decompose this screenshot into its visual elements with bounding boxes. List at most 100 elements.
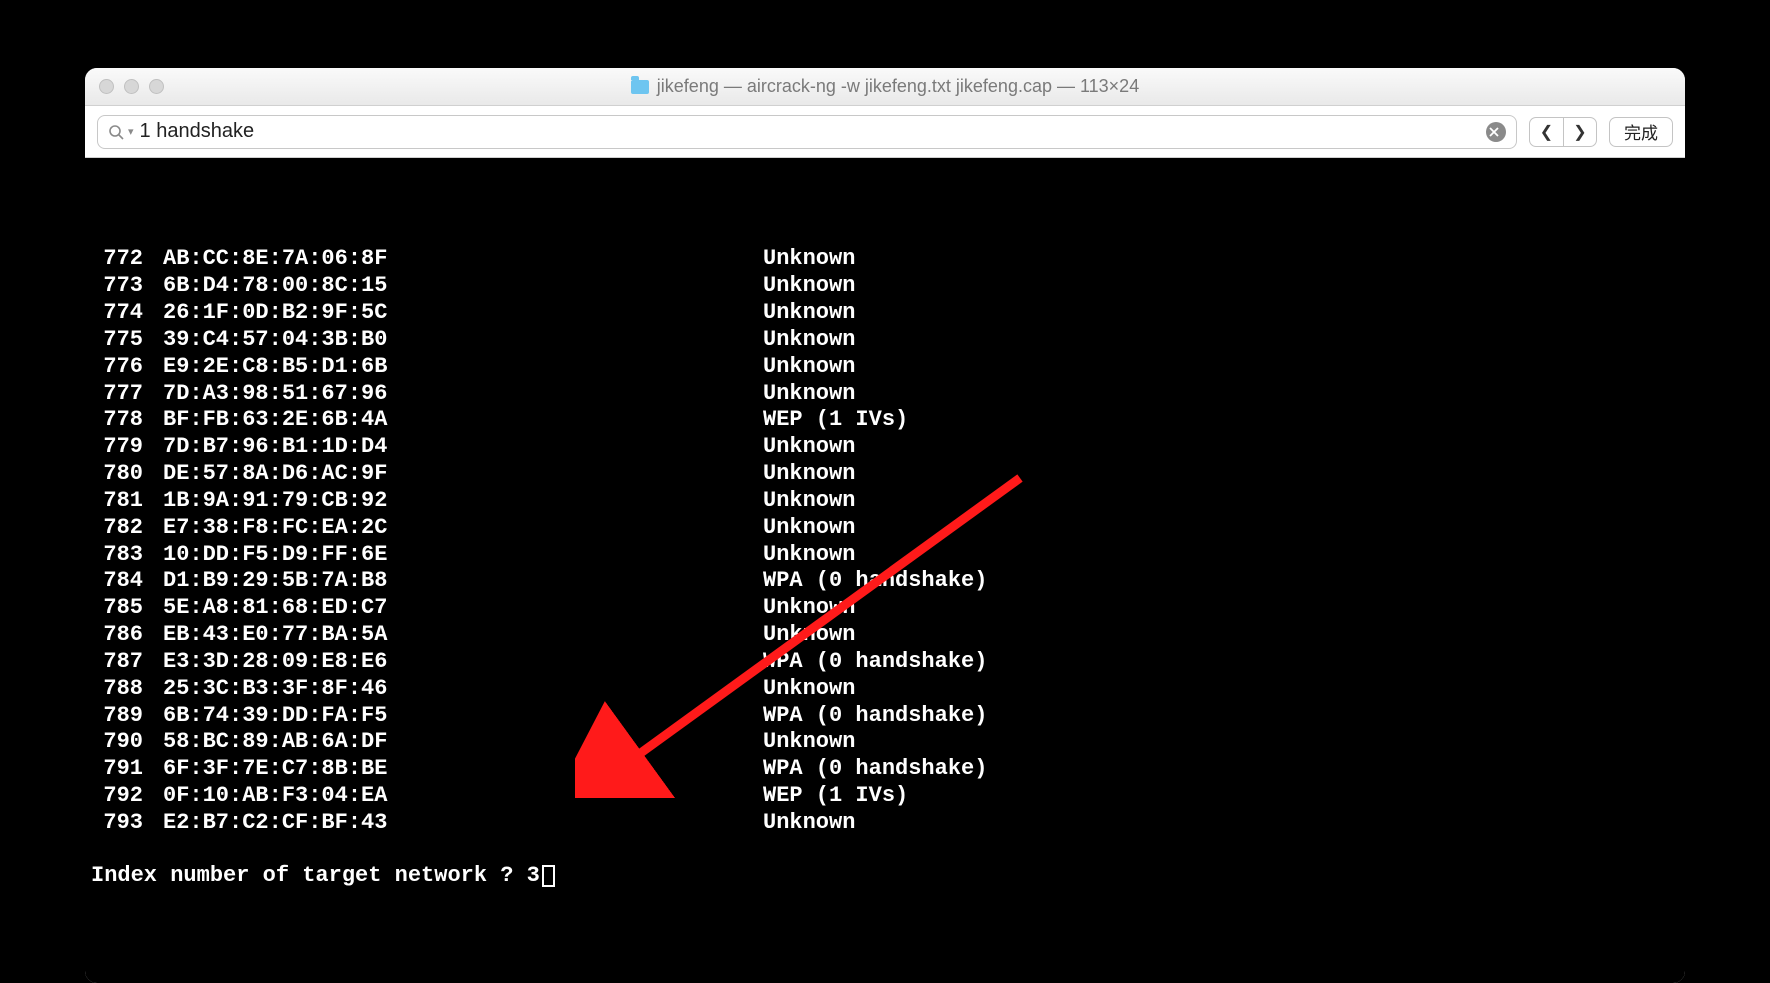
row-bssid: D1:B9:29:5B:7A:B8 <box>163 568 763 595</box>
traffic-lights <box>99 79 164 94</box>
row-encryption: Unknown <box>763 622 855 649</box>
row-encryption: WPA (0 handshake) <box>763 649 987 676</box>
row-encryption: WPA (0 handshake) <box>763 756 987 783</box>
prompt-input[interactable]: 3 <box>527 863 540 890</box>
search-field-wrap[interactable]: ▾ <box>97 115 1517 149</box>
row-index: 773 <box>91 273 163 300</box>
row-index: 788 <box>91 676 163 703</box>
row-index: 783 <box>91 542 163 569</box>
close-button[interactable] <box>99 79 114 94</box>
row-index: 784 <box>91 568 163 595</box>
done-button[interactable]: 完成 <box>1609 117 1673 147</box>
row-index: 776 <box>91 354 163 381</box>
terminal-window: jikefeng — aircrack-ng -w jikefeng.txt j… <box>85 68 1685 983</box>
row-index: 793 <box>91 810 163 837</box>
row-index: 774 <box>91 300 163 327</box>
network-row: 7920F:10:AB:F3:04:EAWEP (1 IVs) <box>91 783 1679 810</box>
row-index: 787 <box>91 649 163 676</box>
row-index: 778 <box>91 407 163 434</box>
row-index: 789 <box>91 703 163 730</box>
clear-search-button[interactable] <box>1486 122 1506 142</box>
row-bssid: E7:38:F8:FC:EA:2C <box>163 515 763 542</box>
cursor <box>542 865 555 887</box>
row-encryption: WPA (0 handshake) <box>763 703 987 730</box>
row-encryption: WPA (0 handshake) <box>763 568 987 595</box>
network-row: 7811B:9A:91:79:CB:92Unknown <box>91 488 1679 515</box>
row-encryption: Unknown <box>763 810 855 837</box>
row-index: 775 <box>91 327 163 354</box>
find-prev-button[interactable]: ❮ <box>1529 117 1563 147</box>
row-encryption: Unknown <box>763 676 855 703</box>
row-bssid: E2:B7:C2:CF:BF:43 <box>163 810 763 837</box>
row-bssid: BF:FB:63:2E:6B:4A <box>163 407 763 434</box>
network-row: 7797D:B7:96:B1:1D:D4Unknown <box>91 434 1679 461</box>
network-row: 780DE:57:8A:D6:AC:9FUnknown <box>91 461 1679 488</box>
find-nav: ❮ ❯ <box>1529 117 1597 147</box>
row-index: 781 <box>91 488 163 515</box>
network-row: 77539:C4:57:04:3B:B0Unknown <box>91 327 1679 354</box>
row-index: 780 <box>91 461 163 488</box>
row-encryption: Unknown <box>763 354 855 381</box>
row-bssid: 10:DD:F5:D9:FF:6E <box>163 542 763 569</box>
row-bssid: 1B:9A:91:79:CB:92 <box>163 488 763 515</box>
find-next-button[interactable]: ❯ <box>1563 117 1597 147</box>
row-bssid: 6B:74:39:DD:FA:F5 <box>163 703 763 730</box>
network-row: 786EB:43:E0:77:BA:5AUnknown <box>91 622 1679 649</box>
network-row: 778BF:FB:63:2E:6B:4AWEP (1 IVs) <box>91 407 1679 434</box>
network-row: 7896B:74:39:DD:FA:F5WPA (0 handshake) <box>91 703 1679 730</box>
row-bssid: 39:C4:57:04:3B:B0 <box>163 327 763 354</box>
network-row: 7855E:A8:81:68:ED:C7Unknown <box>91 595 1679 622</box>
search-options-caret[interactable]: ▾ <box>128 125 134 138</box>
row-encryption: Unknown <box>763 595 855 622</box>
row-bssid: 58:BC:89:AB:6A:DF <box>163 729 763 756</box>
network-row: 78825:3C:B3:3F:8F:46Unknown <box>91 676 1679 703</box>
row-index: 791 <box>91 756 163 783</box>
network-row: 772AB:CC:8E:7A:06:8FUnknown <box>91 246 1679 273</box>
row-bssid: 7D:B7:96:B1:1D:D4 <box>163 434 763 461</box>
network-row: 7916F:3F:7E:C7:8B:BEWPA (0 handshake) <box>91 756 1679 783</box>
row-encryption: Unknown <box>763 488 855 515</box>
row-index: 786 <box>91 622 163 649</box>
row-bssid: 5E:A8:81:68:ED:C7 <box>163 595 763 622</box>
row-index: 790 <box>91 729 163 756</box>
row-encryption: Unknown <box>763 461 855 488</box>
row-encryption: Unknown <box>763 300 855 327</box>
row-bssid: 6F:3F:7E:C7:8B:BE <box>163 756 763 783</box>
prompt-line[interactable]: Index number of target network ? 3 <box>91 863 1679 890</box>
terminal-output[interactable]: 772AB:CC:8E:7A:06:8FUnknown7736B:D4:78:0… <box>85 158 1685 983</box>
row-bssid: E9:2E:C8:B5:D1:6B <box>163 354 763 381</box>
minimize-button[interactable] <box>124 79 139 94</box>
network-row: 7777D:A3:98:51:67:96Unknown <box>91 381 1679 408</box>
row-index: 777 <box>91 381 163 408</box>
zoom-button[interactable] <box>149 79 164 94</box>
folder-icon <box>631 80 649 94</box>
row-index: 772 <box>91 246 163 273</box>
row-bssid: E3:3D:28:09:E8:E6 <box>163 649 763 676</box>
row-bssid: 25:3C:B3:3F:8F:46 <box>163 676 763 703</box>
network-row: 787E3:3D:28:09:E8:E6WPA (0 handshake) <box>91 649 1679 676</box>
row-bssid: 26:1F:0D:B2:9F:5C <box>163 300 763 327</box>
network-row: 77426:1F:0D:B2:9F:5CUnknown <box>91 300 1679 327</box>
network-row: 782E7:38:F8:FC:EA:2CUnknown <box>91 515 1679 542</box>
network-row: 776E9:2E:C8:B5:D1:6BUnknown <box>91 354 1679 381</box>
search-input[interactable] <box>140 120 1486 143</box>
network-row: 78310:DD:F5:D9:FF:6EUnknown <box>91 542 1679 569</box>
network-row: 79058:BC:89:AB:6A:DFUnknown <box>91 729 1679 756</box>
row-encryption: Unknown <box>763 542 855 569</box>
row-index: 785 <box>91 595 163 622</box>
search-icon <box>108 124 124 140</box>
row-encryption: Unknown <box>763 729 855 756</box>
row-encryption: WEP (1 IVs) <box>763 783 908 810</box>
row-index: 782 <box>91 515 163 542</box>
row-bssid: EB:43:E0:77:BA:5A <box>163 622 763 649</box>
row-encryption: Unknown <box>763 515 855 542</box>
row-index: 792 <box>91 783 163 810</box>
window-title: jikefeng — aircrack-ng -w jikefeng.txt j… <box>657 76 1139 97</box>
row-encryption: Unknown <box>763 381 855 408</box>
network-row: 793E2:B7:C2:CF:BF:43Unknown <box>91 810 1679 837</box>
titlebar: jikefeng — aircrack-ng -w jikefeng.txt j… <box>85 68 1685 106</box>
row-bssid: 0F:10:AB:F3:04:EA <box>163 783 763 810</box>
row-encryption: Unknown <box>763 246 855 273</box>
network-row: 784D1:B9:29:5B:7A:B8WPA (0 handshake) <box>91 568 1679 595</box>
row-encryption: Unknown <box>763 273 855 300</box>
